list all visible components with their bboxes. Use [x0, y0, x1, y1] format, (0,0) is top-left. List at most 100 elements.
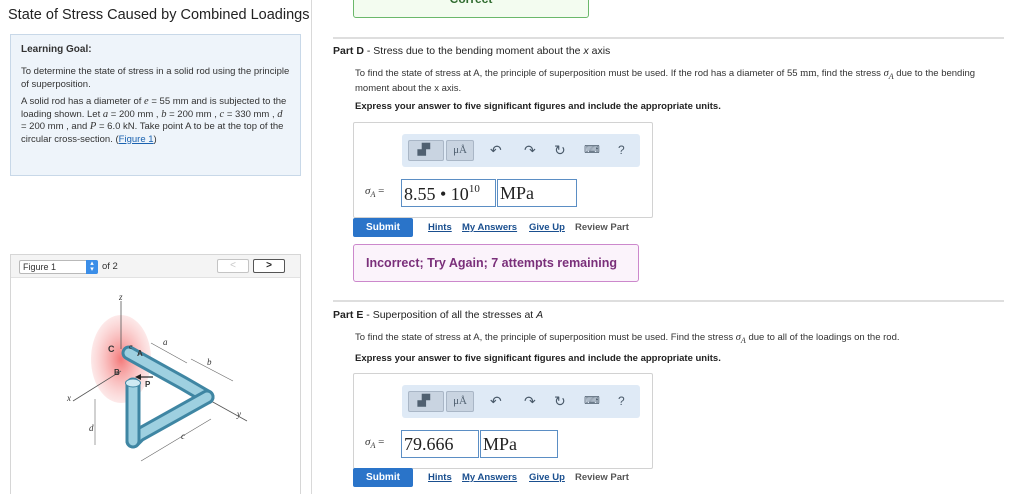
- title-sep: -: [363, 309, 373, 321]
- part-d-question: To find the state of stress at A, the pr…: [355, 68, 1005, 96]
- part-d-my-answers-link[interactable]: My Answers: [462, 222, 517, 233]
- units-field[interactable]: MPa: [497, 179, 577, 207]
- part-divider: [333, 37, 1004, 39]
- dim-b-line: [190, 358, 234, 382]
- part-e-review-part-link[interactable]: Review Part: [575, 472, 629, 483]
- figure-next-button[interactable]: >: [253, 259, 285, 273]
- title-sep: -: [363, 45, 374, 57]
- learning-goal-text: To determine the state of stress in a so…: [21, 66, 290, 90]
- figure-link[interactable]: Figure 1: [119, 134, 154, 145]
- fig-label-e: e: [129, 342, 133, 351]
- question-sigma-sub: A: [740, 335, 746, 345]
- templates-icon[interactable]: ▟▘: [408, 140, 444, 161]
- previous-part-status: Correct: [353, 0, 589, 18]
- question-unit: mm: [800, 68, 817, 79]
- fig-label-B: B: [114, 368, 120, 377]
- part-d-submit-button[interactable]: Submit: [353, 218, 413, 237]
- math-toolbar: ▟▘ μÅ ↶ ↷ ↻ ⌨ ?: [402, 385, 640, 418]
- question-text: To find the state of stress at A, the pr…: [355, 68, 798, 79]
- fig-label-A: A: [137, 349, 143, 358]
- keyboard-icon[interactable]: ⌨: [584, 141, 600, 159]
- fig-label-c: c: [181, 431, 185, 441]
- part-d-give-up-link[interactable]: Give Up: [529, 222, 565, 233]
- question-text: To find the state of stress at A, the pr…: [355, 332, 734, 343]
- statement-text: = 200 mm ,: [166, 108, 217, 120]
- value-field[interactable]: 79.666: [401, 430, 479, 458]
- undo-icon[interactable]: ↶: [490, 392, 502, 410]
- learning-goal-panel: Learning Goal: To determine the state of…: [10, 34, 301, 176]
- rod-figure: z a b c d x y C B A e P: [66, 292, 248, 462]
- undo-icon[interactable]: ↶: [490, 141, 502, 159]
- help-icon[interactable]: ?: [618, 392, 625, 410]
- fig-label-x: x: [66, 393, 71, 403]
- y-axis: [210, 400, 248, 422]
- reset-icon[interactable]: ↻: [554, 141, 566, 159]
- sigma-eq: =: [375, 436, 385, 448]
- statement-text: = 6.0 kN: [96, 121, 135, 132]
- part-e-title: Part E - Superposition of all the stress…: [333, 309, 543, 321]
- part-e-my-answers-link[interactable]: My Answers: [462, 472, 517, 483]
- part-d-label: Part D: [333, 45, 364, 57]
- figure-prev-button[interactable]: <: [217, 259, 249, 273]
- page-title: State of Stress Caused by Combined Loadi…: [8, 7, 310, 23]
- sigma-eq: =: [375, 185, 385, 197]
- part-d-feedback: Incorrect; Try Again; 7 attempts remaini…: [353, 244, 639, 282]
- part-d-hints-link[interactable]: Hints: [428, 222, 452, 233]
- statement-text: = 200 mm , and: [21, 121, 88, 132]
- sigma-a-label: σA =: [365, 185, 384, 199]
- fig-label-z: z: [118, 292, 123, 302]
- value-field[interactable]: 8.55 • 1010: [401, 179, 496, 207]
- figure-toolbar: Figure 1 ▴ ▾ of 2 < >: [11, 255, 300, 278]
- part-d-title-text: Stress due to the bending moment about t…: [373, 45, 581, 57]
- part-e-answer-box: ▟▘ μÅ ↶ ↷ ↻ ⌨ ? σA = 79.666 MPa: [353, 373, 653, 469]
- fig-label-d: d: [89, 423, 94, 433]
- redo-icon[interactable]: ↷: [524, 392, 536, 410]
- fig-label-C: C: [108, 344, 115, 354]
- column-divider: [311, 0, 312, 494]
- reset-icon[interactable]: ↻: [554, 392, 566, 410]
- value-mantissa: 8.55 • 10: [404, 184, 469, 204]
- rod-end: [125, 378, 141, 388]
- figure-select-value: Figure 1: [23, 262, 57, 272]
- figure-panel: Figure 1 ▴ ▾ of 2 < > z a b c d x y C B …: [10, 254, 301, 494]
- help-icon[interactable]: ?: [618, 141, 625, 159]
- value-exponent: 10: [468, 183, 480, 195]
- part-e-label: Part E: [333, 309, 364, 321]
- learning-goal-heading: Learning Goal:: [21, 44, 92, 55]
- problem-statement: A solid rod has a diameter of e = 55 mm …: [21, 96, 290, 146]
- fig-label-a: a: [163, 337, 168, 347]
- var-d: d: [277, 108, 283, 120]
- question-text: , find the stress: [816, 68, 881, 79]
- part-e-question: To find the state of stress at A, the pr…: [355, 332, 1005, 347]
- part-d-answer-box: ▟▘ μÅ ↶ ↷ ↻ ⌨ ? σA = 8.55 • 1010 MPa: [353, 122, 653, 218]
- units-button[interactable]: μÅ: [446, 140, 474, 161]
- fig-label-P: P: [145, 380, 151, 389]
- statement-text: = 200 mm ,: [108, 108, 159, 120]
- question-sigma-sub: A: [888, 71, 894, 81]
- sigma-a-label: σA =: [365, 436, 384, 450]
- units-button[interactable]: μÅ: [446, 391, 474, 412]
- select-arrows-icon: ▴ ▾: [86, 260, 98, 274]
- part-e-submit-button[interactable]: Submit: [353, 468, 413, 487]
- part-d-title-axis: x: [583, 45, 589, 57]
- part-e-give-up-link[interactable]: Give Up: [529, 472, 565, 483]
- part-d-instruction: Express your answer to five significant …: [355, 101, 721, 112]
- keyboard-icon[interactable]: ⌨: [584, 392, 600, 410]
- statement-text: ): [153, 133, 157, 145]
- part-d-title: Part D - Stress due to the bending momen…: [333, 45, 610, 57]
- statement-text: A solid rod has a diameter of: [21, 96, 142, 107]
- templates-icon[interactable]: ▟▘: [408, 391, 444, 412]
- part-e-hints-link[interactable]: Hints: [428, 472, 452, 483]
- part-e-title-text: Superposition of all the stresses at: [372, 309, 534, 321]
- redo-icon[interactable]: ↷: [524, 141, 536, 159]
- part-divider: [333, 300, 1004, 302]
- units-field[interactable]: MPa: [480, 430, 558, 458]
- fig-label-y: y: [236, 409, 241, 419]
- figure-select[interactable]: Figure 1 ▴ ▾: [19, 260, 98, 274]
- fig-label-b: b: [207, 357, 212, 367]
- rod-highlight: [128, 392, 212, 446]
- part-e-instruction: Express your answer to five significant …: [355, 353, 721, 364]
- math-toolbar: ▟▘ μÅ ↶ ↷ ↻ ⌨ ?: [402, 134, 640, 167]
- part-d-review-part-link[interactable]: Review Part: [575, 222, 629, 233]
- part-d-title-end: axis: [591, 45, 611, 57]
